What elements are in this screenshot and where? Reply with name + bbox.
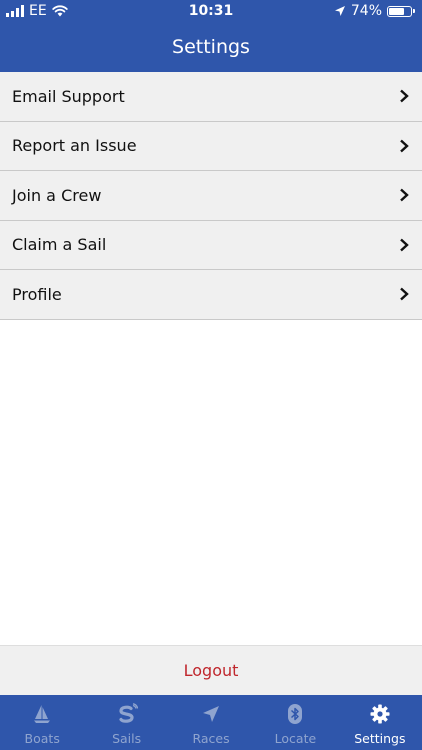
tab-races[interactable]: Races	[169, 695, 253, 750]
menu-item-label: Join a Crew	[12, 185, 102, 205]
gear-icon	[370, 704, 390, 724]
menu-item-label: Report an Issue	[12, 136, 137, 156]
sailboat-icon	[34, 705, 51, 723]
tab-bar: Boats Sails Races Locate Settings	[0, 695, 422, 750]
header-bar: EE 10:31 74% Settings	[0, 0, 422, 72]
logout-button[interactable]: Logout	[0, 645, 422, 695]
tab-label: Boats	[24, 731, 60, 746]
battery-fill	[389, 7, 405, 15]
tab-label: Settings	[354, 731, 406, 746]
menu-item-label: Email Support	[12, 86, 125, 106]
battery-percent: 74%	[350, 3, 382, 19]
chevron-right-icon	[400, 139, 409, 153]
tab-label: Sails	[112, 731, 142, 746]
tab-boats[interactable]: Boats	[0, 695, 84, 750]
menu-item-join-crew[interactable]: Join a Crew	[0, 171, 422, 221]
tab-label: Races	[192, 731, 230, 746]
battery-icon	[387, 5, 415, 17]
chevron-right-icon	[400, 287, 409, 301]
status-bar: EE 10:31 74%	[0, 0, 422, 24]
tab-settings[interactable]: Settings	[338, 695, 422, 750]
chevron-right-icon	[400, 188, 409, 202]
bluetooth-icon	[288, 704, 303, 724]
menu-item-profile[interactable]: Profile	[0, 270, 422, 320]
location-arrow-icon	[334, 6, 345, 16]
tab-locate[interactable]: Locate	[253, 695, 337, 750]
menu-item-claim-sail[interactable]: Claim a Sail	[0, 220, 422, 270]
menu-item-report-issue[interactable]: Report an Issue	[0, 121, 422, 171]
sails-logo-icon	[119, 703, 138, 723]
menu-item-label: Profile	[12, 284, 62, 304]
tab-sails[interactable]: Sails	[84, 695, 168, 750]
navigation-arrow-icon	[203, 706, 220, 722]
settings-menu: Email Support Report an Issue Join a Cre…	[0, 72, 422, 320]
tab-label: Locate	[274, 731, 317, 746]
chevron-right-icon	[400, 89, 409, 103]
menu-item-label: Claim a Sail	[12, 235, 107, 255]
menu-item-email-support[interactable]: Email Support	[0, 72, 422, 122]
page-title: Settings	[172, 36, 250, 58]
chevron-right-icon	[400, 238, 409, 252]
